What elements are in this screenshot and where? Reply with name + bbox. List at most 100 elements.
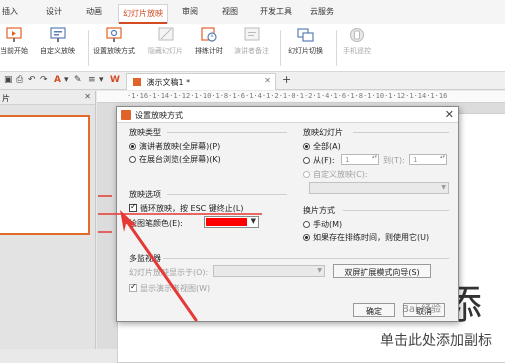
pen-color-picker[interactable]: ▼ (204, 216, 259, 228)
to-slide-spinner[interactable]: 1 (409, 154, 447, 165)
wps-logo-icon[interactable]: W (110, 75, 120, 85)
all-slides-radio[interactable]: 全部(A) (303, 141, 341, 152)
save-icon[interactable]: ▣ (4, 75, 13, 85)
hide-slide-button[interactable]: 隐藏幻灯片 (148, 27, 183, 56)
chevron-down-icon: ▼ (250, 217, 256, 225)
undo-icon[interactable]: ↶ (28, 75, 36, 85)
tab-view[interactable]: 视图 (222, 6, 238, 17)
phone-remote-button[interactable]: 手机遥控 (343, 27, 371, 56)
print-icon[interactable]: ⎙ (16, 75, 23, 85)
presenter-view-label: 显示演示者视图(W) (140, 284, 211, 293)
custom-show-button[interactable]: 自定义放映 (40, 27, 75, 56)
close-icon[interactable]: ✕ (84, 92, 91, 101)
loop-label: 循环放映，按 ESC 键终止(L) (140, 204, 244, 213)
radio-selected (129, 143, 136, 150)
setup-show-label: 设置放映方式 (93, 47, 135, 55)
ribbon-toolbar: 当前开始 自定义放映 设置放映方式 隐藏幻灯片 排练计时 演讲者备注 幻灯片切换… (0, 24, 505, 72)
slide-subtitle-placeholder[interactable]: 单击此处添加副标 (380, 330, 492, 350)
dialog-title-bar: 设置放映方式 ✕ (117, 107, 458, 123)
setup-show-button[interactable]: 设置放映方式 (93, 27, 135, 56)
group-divider (343, 210, 449, 211)
slide-thumbnail[interactable] (0, 115, 90, 235)
close-tab-icon[interactable]: ✕ (264, 76, 271, 85)
tab-cloud[interactable]: 云服务 (310, 6, 334, 17)
presenter-mode-label: 演讲者放映(全屏幕)(P) (139, 142, 221, 151)
close-icon[interactable]: ✕ (445, 108, 454, 121)
ribbon-tab-bar: 插入 设计 动画 幻灯片放映 审阅 视图 开发工具 云服务 (0, 0, 505, 24)
speaker-notes-button[interactable]: 演讲者备注 (234, 27, 269, 56)
setup-show-dialog: 设置放映方式 ✕ 放映类型 演讲者放映(全屏幕)(P) 在展台浏览(全屏幕)(K… (116, 106, 459, 322)
to-label: 到(T): (383, 156, 405, 165)
display-on-select[interactable]: ▼ (213, 265, 325, 277)
to-slide-value: 1 (413, 156, 418, 164)
radio-unselected (303, 171, 310, 178)
show-type-group-label: 放映类型 (129, 128, 161, 137)
dual-screen-wizard-button[interactable]: 双屏扩展模式向导(S) (333, 264, 431, 278)
from-slide-spinner[interactable]: 1 (341, 154, 379, 165)
display-on-label: 幻灯片放映显示于(O): (129, 268, 209, 277)
show-slides-group-label: 放映幻灯片 (303, 128, 343, 137)
radio-unselected (303, 221, 310, 228)
kiosk-mode-radio[interactable]: 在展台浏览(全屏幕)(K) (129, 154, 221, 165)
group-divider (167, 194, 287, 195)
tab-design[interactable]: 设计 (46, 6, 62, 17)
toolbar-divider (88, 30, 89, 66)
toolbar-divider (336, 30, 337, 66)
manual-advance-label: 手动(M) (313, 220, 343, 229)
tab-slideshow[interactable]: 幻灯片放映 (118, 4, 168, 24)
multi-monitor-group-label: 多监视器 (129, 254, 161, 263)
manual-advance-radio[interactable]: 手动(M) (303, 219, 342, 230)
custom-show-option-label: 自定义放映(C): (313, 170, 368, 179)
use-timings-radio[interactable]: 如果存在排练时间，则使用它(U) (303, 232, 429, 243)
radio-unselected (129, 156, 136, 163)
tab-animation[interactable]: 动画 (86, 6, 102, 17)
presenter-mode-radio[interactable]: 演讲者放映(全屏幕)(P) (129, 141, 220, 152)
horizontal-ruler: ·1·16·1·14·1·12·1·10·1·8·1·6·1·4·1·2·1·0… (97, 91, 505, 103)
radio-selected (303, 234, 310, 241)
custom-show-select[interactable]: ▼ (309, 182, 449, 194)
font-color-icon[interactable]: A (54, 75, 61, 85)
chevron-down-icon[interactable]: ▾ (99, 75, 104, 85)
custom-show-radio[interactable]: 自定义放映(C): (303, 169, 368, 180)
tab-review[interactable]: 审阅 (182, 6, 198, 17)
hide-slide-icon (158, 27, 173, 41)
tab-developer[interactable]: 开发工具 (260, 6, 292, 17)
hide-slide-label: 隐藏幻灯片 (148, 47, 183, 55)
format-painter-icon[interactable]: ✎ (74, 75, 82, 85)
slide-transition-button[interactable]: 幻灯片切换 (288, 27, 323, 56)
document-tab[interactable]: 演示文稿1 * ✕ (126, 73, 276, 90)
tab-insert[interactable]: 插入 (2, 6, 18, 17)
thumbnail-pane-title: 片 (2, 94, 10, 103)
play-from-current-label: 当前开始 (0, 47, 28, 55)
chevron-down-icon[interactable]: ▾ (64, 75, 69, 85)
thumbnail-pane-header: 片 ✕ (0, 91, 95, 105)
rehearse-timing-label: 排练计时 (195, 47, 223, 55)
loop-checkbox[interactable]: 循环放映，按 ESC 键终止(L) (129, 202, 244, 214)
from-label: 从(F): (313, 156, 335, 165)
presentation-icon (133, 78, 141, 86)
radio-selected (303, 143, 310, 150)
group-divider (163, 258, 449, 259)
from-slide-value: 1 (345, 156, 350, 164)
chevron-down-icon: ▼ (317, 267, 322, 274)
setup-show-icon (106, 27, 122, 42)
new-tab-icon[interactable]: + (282, 73, 291, 86)
speaker-notes-icon (244, 27, 259, 41)
toolbar-divider (280, 30, 281, 66)
pen-color-swatch (206, 218, 247, 226)
rehearse-timing-button[interactable]: 排练计时 (195, 27, 223, 56)
presenter-view-checkbox[interactable]: 显示演示者视图(W) (129, 282, 211, 294)
group-divider (353, 132, 449, 133)
play-from-current-button[interactable]: 当前开始 (0, 27, 28, 56)
redo-icon[interactable]: ↷ (40, 75, 48, 85)
kiosk-mode-label: 在展台浏览(全屏幕)(K) (139, 155, 221, 164)
phone-remote-label: 手机遥控 (343, 47, 371, 55)
more-icon[interactable]: ≡ (88, 75, 96, 85)
advance-group-label: 换片方式 (303, 206, 335, 215)
chevron-down-icon: ▼ (441, 184, 446, 191)
speaker-notes-label: 演讲者备注 (234, 47, 269, 55)
slide-transition-label: 幻灯片切换 (288, 47, 323, 55)
slide-thumbnail-pane: 片 ✕ (0, 91, 96, 349)
ok-button[interactable]: 确定 (353, 303, 395, 317)
from-slide-radio[interactable]: 从(F): (303, 155, 335, 166)
